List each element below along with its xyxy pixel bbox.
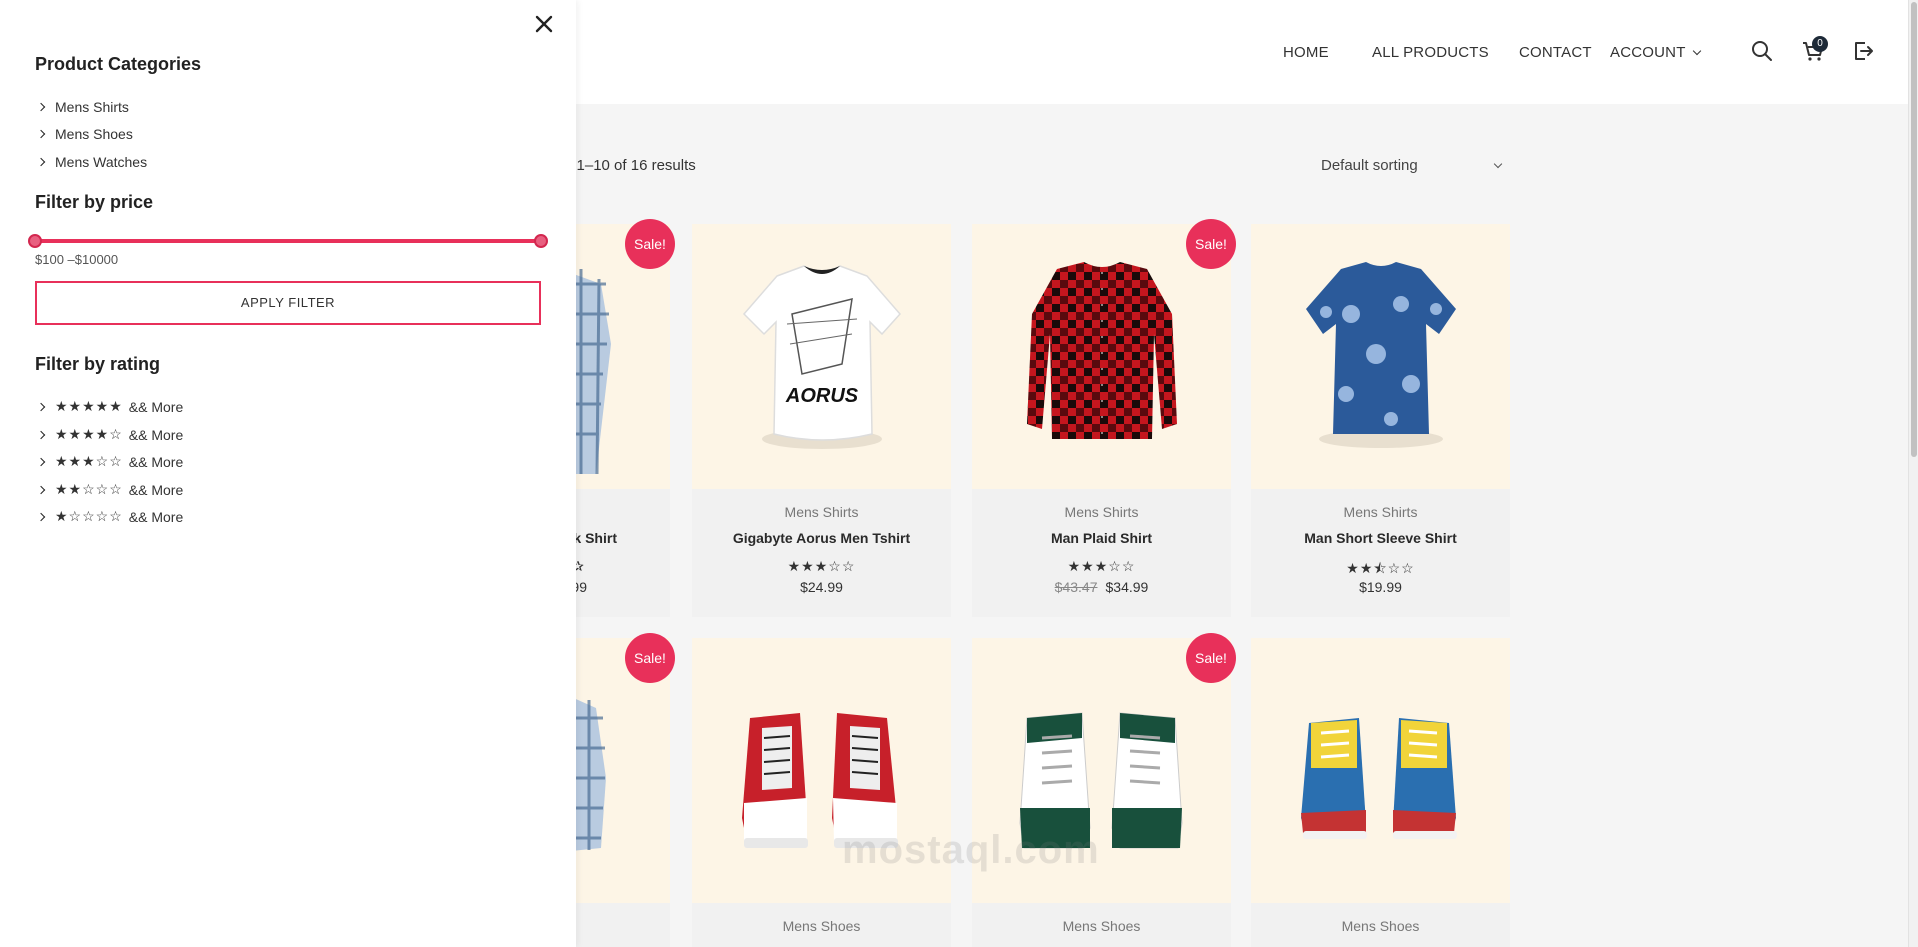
product-category[interactable]: Mens Shoes: [972, 918, 1231, 934]
product-category[interactable]: Mens Shirts: [1251, 504, 1510, 520]
product-name[interactable]: Gigabyte Aorus Men Tshirt: [692, 530, 951, 546]
apply-filter-button[interactable]: APPLY FILTER: [35, 281, 541, 325]
chevron-down-icon: [1493, 159, 1503, 169]
product-old-price: $43.47: [1054, 579, 1098, 595]
category-label: Mens Shirts: [55, 99, 129, 115]
product-rating: ★★★☆☆: [787, 558, 856, 574]
product-card[interactable]: Sale! Mens Shirts Man Plaid Shirt ★★★☆☆ …: [972, 219, 1236, 617]
rating-filter-3[interactable]: ★★★☆☆ && More: [36, 453, 184, 470]
nav-home[interactable]: HOME: [1283, 44, 1329, 61]
nav-account[interactable]: ACCOUNT: [1610, 44, 1701, 61]
price-slider-track[interactable]: [35, 239, 541, 243]
category-label: Mens Watches: [55, 154, 148, 170]
product-image[interactable]: [1251, 638, 1510, 903]
category-label: Mens Shoes: [55, 126, 133, 142]
rating-filter-4[interactable]: ★★★★☆ && More: [36, 426, 184, 443]
rating-label: && More: [128, 426, 184, 443]
page-scrollbar[interactable]: [1908, 0, 1918, 947]
product-price: $43.47 $34.99: [972, 579, 1231, 595]
product-image[interactable]: [1251, 224, 1510, 489]
close-icon[interactable]: [532, 12, 556, 36]
rating-stars: ★☆☆☆☆: [55, 508, 123, 524]
rating-filter-1[interactable]: ★☆☆☆☆ && More: [36, 508, 184, 525]
price-slider-min-handle[interactable]: [28, 234, 42, 248]
rating-stars: ★★☆☆☆: [55, 481, 123, 497]
category-mens-shirts[interactable]: Mens Shirts: [36, 99, 129, 115]
floral-shirt-image: [1306, 262, 1456, 448]
watermark: mostaql.com: [842, 828, 1100, 872]
nav-account-label: ACCOUNT: [1610, 44, 1686, 61]
filter-sidebar: Product Categories Mens Shirts Mens Shoe…: [0, 0, 576, 947]
chevron-right-icon: [36, 102, 46, 112]
categories-title: Product Categories: [35, 54, 202, 74]
sorting-value: Default sorting: [1321, 157, 1418, 174]
product-image[interactable]: [972, 224, 1231, 489]
search-icon[interactable]: [1751, 40, 1773, 62]
product-rating: ★★★☆☆: [1067, 558, 1136, 574]
product-category[interactable]: Mens Shirts: [972, 504, 1231, 520]
product-category[interactable]: Mens Shoes: [1251, 918, 1510, 934]
product-card[interactable]: AORUS Mens Shirts Gigabyte Aorus Men Tsh…: [692, 224, 951, 617]
rating-label: && More: [128, 453, 184, 470]
sneakers-image: [1301, 718, 1457, 839]
chevron-right-icon: [36, 129, 46, 139]
price-range-label: $100 –$10000: [35, 252, 119, 267]
category-mens-watches[interactable]: Mens Watches: [36, 154, 148, 170]
rating-filter-2[interactable]: ★★☆☆☆ && More: [36, 481, 184, 498]
rating-stars: ★★★★☆: [55, 426, 123, 442]
tshirt-image: AORUS: [742, 265, 902, 449]
rating-label: && More: [128, 508, 184, 525]
chevron-right-icon: [36, 485, 46, 494]
scrollbar-thumb[interactable]: [1911, 2, 1917, 457]
svg-text:AORUS: AORUS: [785, 385, 859, 407]
product-card[interactable]: Mens Shoes: [1251, 638, 1510, 947]
rating-filter-title: Filter by rating: [35, 354, 161, 374]
rating-label: && More: [128, 481, 184, 498]
product-card[interactable]: Mens Shirts Man Short Sleeve Shirt ★★⯪☆☆…: [1251, 224, 1510, 617]
chevron-right-icon: [36, 457, 46, 466]
product-name-label: k Shirt: [573, 530, 617, 546]
chevron-right-icon: [36, 402, 46, 411]
chevron-right-icon: [36, 512, 46, 521]
nav-contact[interactable]: CONTACT: [1519, 44, 1592, 61]
chevron-right-icon: [36, 157, 46, 167]
sale-badge: Sale!: [1186, 219, 1236, 269]
chevron-right-icon: [36, 430, 46, 439]
cart-count-badge: 0: [1812, 36, 1828, 52]
sale-badge: Sale!: [625, 633, 675, 683]
plaid-shirt-image: [1027, 262, 1177, 439]
logout-icon[interactable]: [1852, 40, 1874, 62]
price-slider-max-handle[interactable]: [534, 234, 548, 248]
product-sale-price: $34.99: [1105, 579, 1149, 595]
rating-filter-5[interactable]: ★★★★★ && More: [36, 398, 184, 415]
sale-badge: Sale!: [1186, 633, 1236, 683]
product-category[interactable]: Mens Shirts: [692, 504, 951, 520]
sorting-select[interactable]: Default sorting: [1321, 157, 1507, 174]
product-name[interactable]: Man Short Sleeve Shirt: [1251, 530, 1510, 546]
product-category[interactable]: Mens Shoes: [692, 918, 951, 934]
product-price: $19.99: [1359, 579, 1402, 595]
sale-badge: Sale!: [625, 219, 675, 269]
rating-label: && More: [128, 398, 184, 415]
product-card[interactable]: Mens Shoes: [692, 638, 951, 947]
nav-all-products[interactable]: ALL PRODUCTS: [1372, 44, 1489, 61]
price-filter-title: Filter by price: [35, 192, 154, 212]
rating-stars: ★★★★★: [55, 398, 123, 414]
chevron-down-icon: [1692, 46, 1701, 56]
product-name[interactable]: Man Plaid Shirt: [972, 530, 1231, 546]
result-count: g 1–10 of 16 results: [564, 157, 696, 174]
product-card[interactable]: Sale! Mens Shoes: [972, 633, 1236, 947]
product-image[interactable]: AORUS: [692, 224, 951, 489]
rating-stars: ★★★☆☆: [55, 453, 123, 469]
product-price: $24.99: [800, 579, 843, 595]
category-mens-shoes[interactable]: Mens Shoes: [36, 126, 133, 142]
